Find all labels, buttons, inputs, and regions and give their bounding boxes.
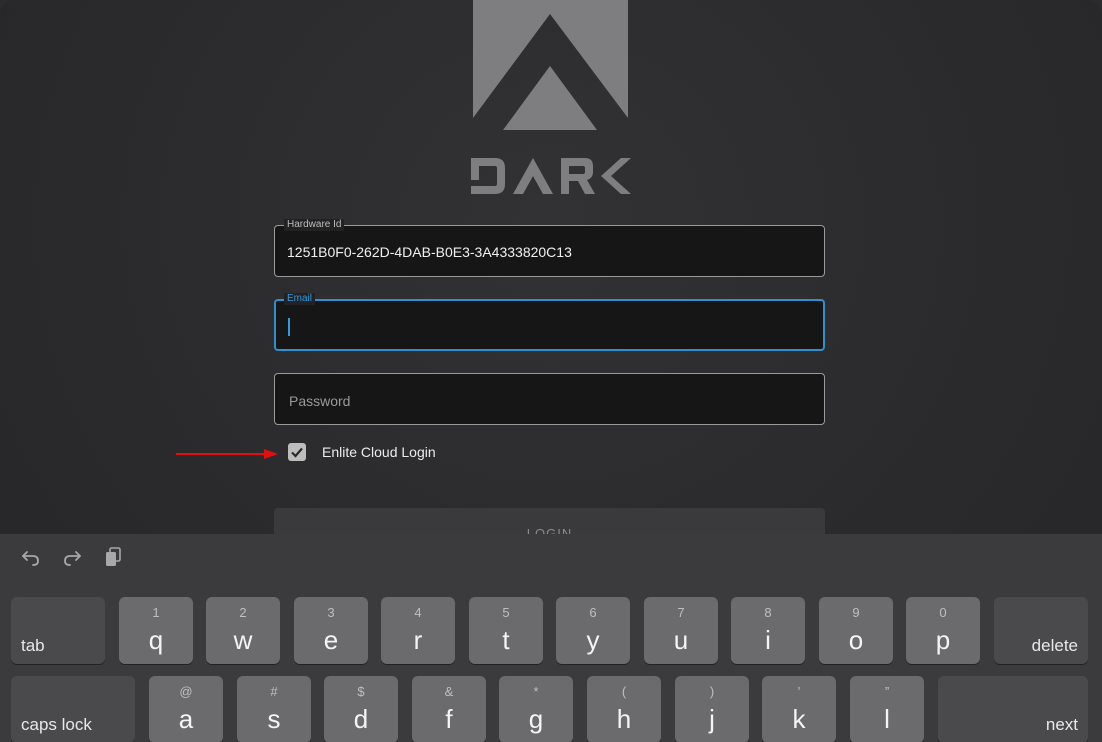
key-char: f <box>445 704 453 734</box>
password-input[interactable] <box>287 388 811 414</box>
key-s[interactable]: # s <box>237 676 311 742</box>
dark-wordmark-logo <box>471 158 631 194</box>
key-d[interactable]: $ d <box>324 676 398 742</box>
key-hint: 6 <box>589 605 597 620</box>
key-hint: 1 <box>152 605 160 620</box>
key-hint: @ <box>179 684 193 699</box>
key-hint: ( <box>621 684 627 699</box>
key-hint: 2 <box>239 605 247 620</box>
checkmark-icon <box>291 447 303 458</box>
key-char: h <box>616 704 632 734</box>
delete-key-label: delete <box>1031 636 1078 655</box>
cloud-login-option[interactable]: Enlite Cloud Login <box>288 442 436 462</box>
key-j[interactable]: ) j <box>675 676 749 742</box>
hardware-id-label: Hardware Id <box>284 219 345 231</box>
delete-key[interactable]: delete <box>994 597 1088 664</box>
key-char: e <box>323 625 339 655</box>
key-i[interactable]: 8 i <box>731 597 805 664</box>
undo-icon[interactable] <box>20 546 42 568</box>
key-char: p <box>935 625 951 655</box>
redo-icon[interactable] <box>61 546 83 568</box>
key-char: q <box>148 625 164 655</box>
caps-lock-key-label: caps lock <box>21 715 92 734</box>
key-h[interactable]: ( h <box>587 676 661 742</box>
key-hint: 9 <box>852 605 860 620</box>
key-w[interactable]: 2 w <box>206 597 280 664</box>
key-f[interactable]: & f <box>412 676 486 742</box>
app-window: Hardware Id 1251B0F0-262D-4DAB-B0E3-3A43… <box>0 0 1102 742</box>
key-hint: 4 <box>414 605 422 620</box>
key-hint: * <box>533 684 539 699</box>
key-char: i <box>765 625 771 655</box>
key-char: s <box>267 704 281 734</box>
key-g[interactable]: * g <box>499 676 573 742</box>
key-hint: 8 <box>764 605 772 620</box>
key-o[interactable]: 9 o <box>819 597 893 664</box>
next-key-label: next <box>1045 715 1078 734</box>
on-screen-keyboard: tab 1 q 2 w 3 e 4 r 5 t 6 y 7 u 8 i 9 o … <box>0 534 1102 742</box>
key-char: a <box>178 704 194 734</box>
key-char: y <box>586 625 600 655</box>
caps-lock-key[interactable]: caps lock <box>11 676 135 742</box>
hardware-id-value: 1251B0F0-262D-4DAB-B0E3-3A4333820C13 <box>287 244 572 260</box>
key-r[interactable]: 4 r <box>381 597 455 664</box>
key-u[interactable]: 7 u <box>644 597 718 664</box>
key-hint: # <box>270 684 278 699</box>
key-char: j <box>709 704 715 734</box>
hardware-id-field[interactable]: Hardware Id 1251B0F0-262D-4DAB-B0E3-3A43… <box>274 219 825 277</box>
key-p[interactable]: 0 p <box>906 597 980 664</box>
key-a[interactable]: @ a <box>149 676 223 742</box>
email-field[interactable]: Email <box>274 293 825 351</box>
key-hint: ” <box>884 684 890 699</box>
key-char: k <box>792 704 806 734</box>
email-label: Email <box>284 293 316 305</box>
key-q[interactable]: 1 q <box>119 597 193 664</box>
key-char: o <box>848 625 864 655</box>
key-hint: & <box>444 684 454 699</box>
key-char: u <box>673 625 689 655</box>
key-hint: $ <box>357 684 365 699</box>
cloud-login-label: Enlite Cloud Login <box>322 444 436 460</box>
cloud-login-checkbox[interactable] <box>288 443 306 461</box>
key-hint: ) <box>709 684 715 699</box>
key-y[interactable]: 6 y <box>556 597 630 664</box>
key-char: g <box>528 704 544 734</box>
key-e[interactable]: 3 e <box>294 597 368 664</box>
key-char: r <box>413 625 423 655</box>
key-l[interactable]: ” l <box>850 676 924 742</box>
key-t[interactable]: 5 t <box>469 597 543 664</box>
paste-icon[interactable] <box>103 546 125 568</box>
key-hint: 3 <box>327 605 335 620</box>
tab-key[interactable]: tab <box>11 597 105 664</box>
dark-logo <box>473 0 628 130</box>
key-char: t <box>502 625 510 655</box>
key-hint: ’ <box>797 684 801 699</box>
next-key[interactable]: next <box>938 676 1088 742</box>
tab-key-label: tab <box>21 636 45 655</box>
key-char: l <box>884 704 890 734</box>
key-char: d <box>353 704 369 734</box>
key-hint: 0 <box>939 605 947 620</box>
key-char: w <box>233 625 253 655</box>
text-cursor <box>288 318 290 336</box>
key-hint: 5 <box>502 605 510 620</box>
password-field[interactable] <box>274 373 825 425</box>
key-k[interactable]: ’ k <box>762 676 836 742</box>
annotation-arrow-icon <box>176 449 278 459</box>
key-hint: 7 <box>677 605 685 620</box>
